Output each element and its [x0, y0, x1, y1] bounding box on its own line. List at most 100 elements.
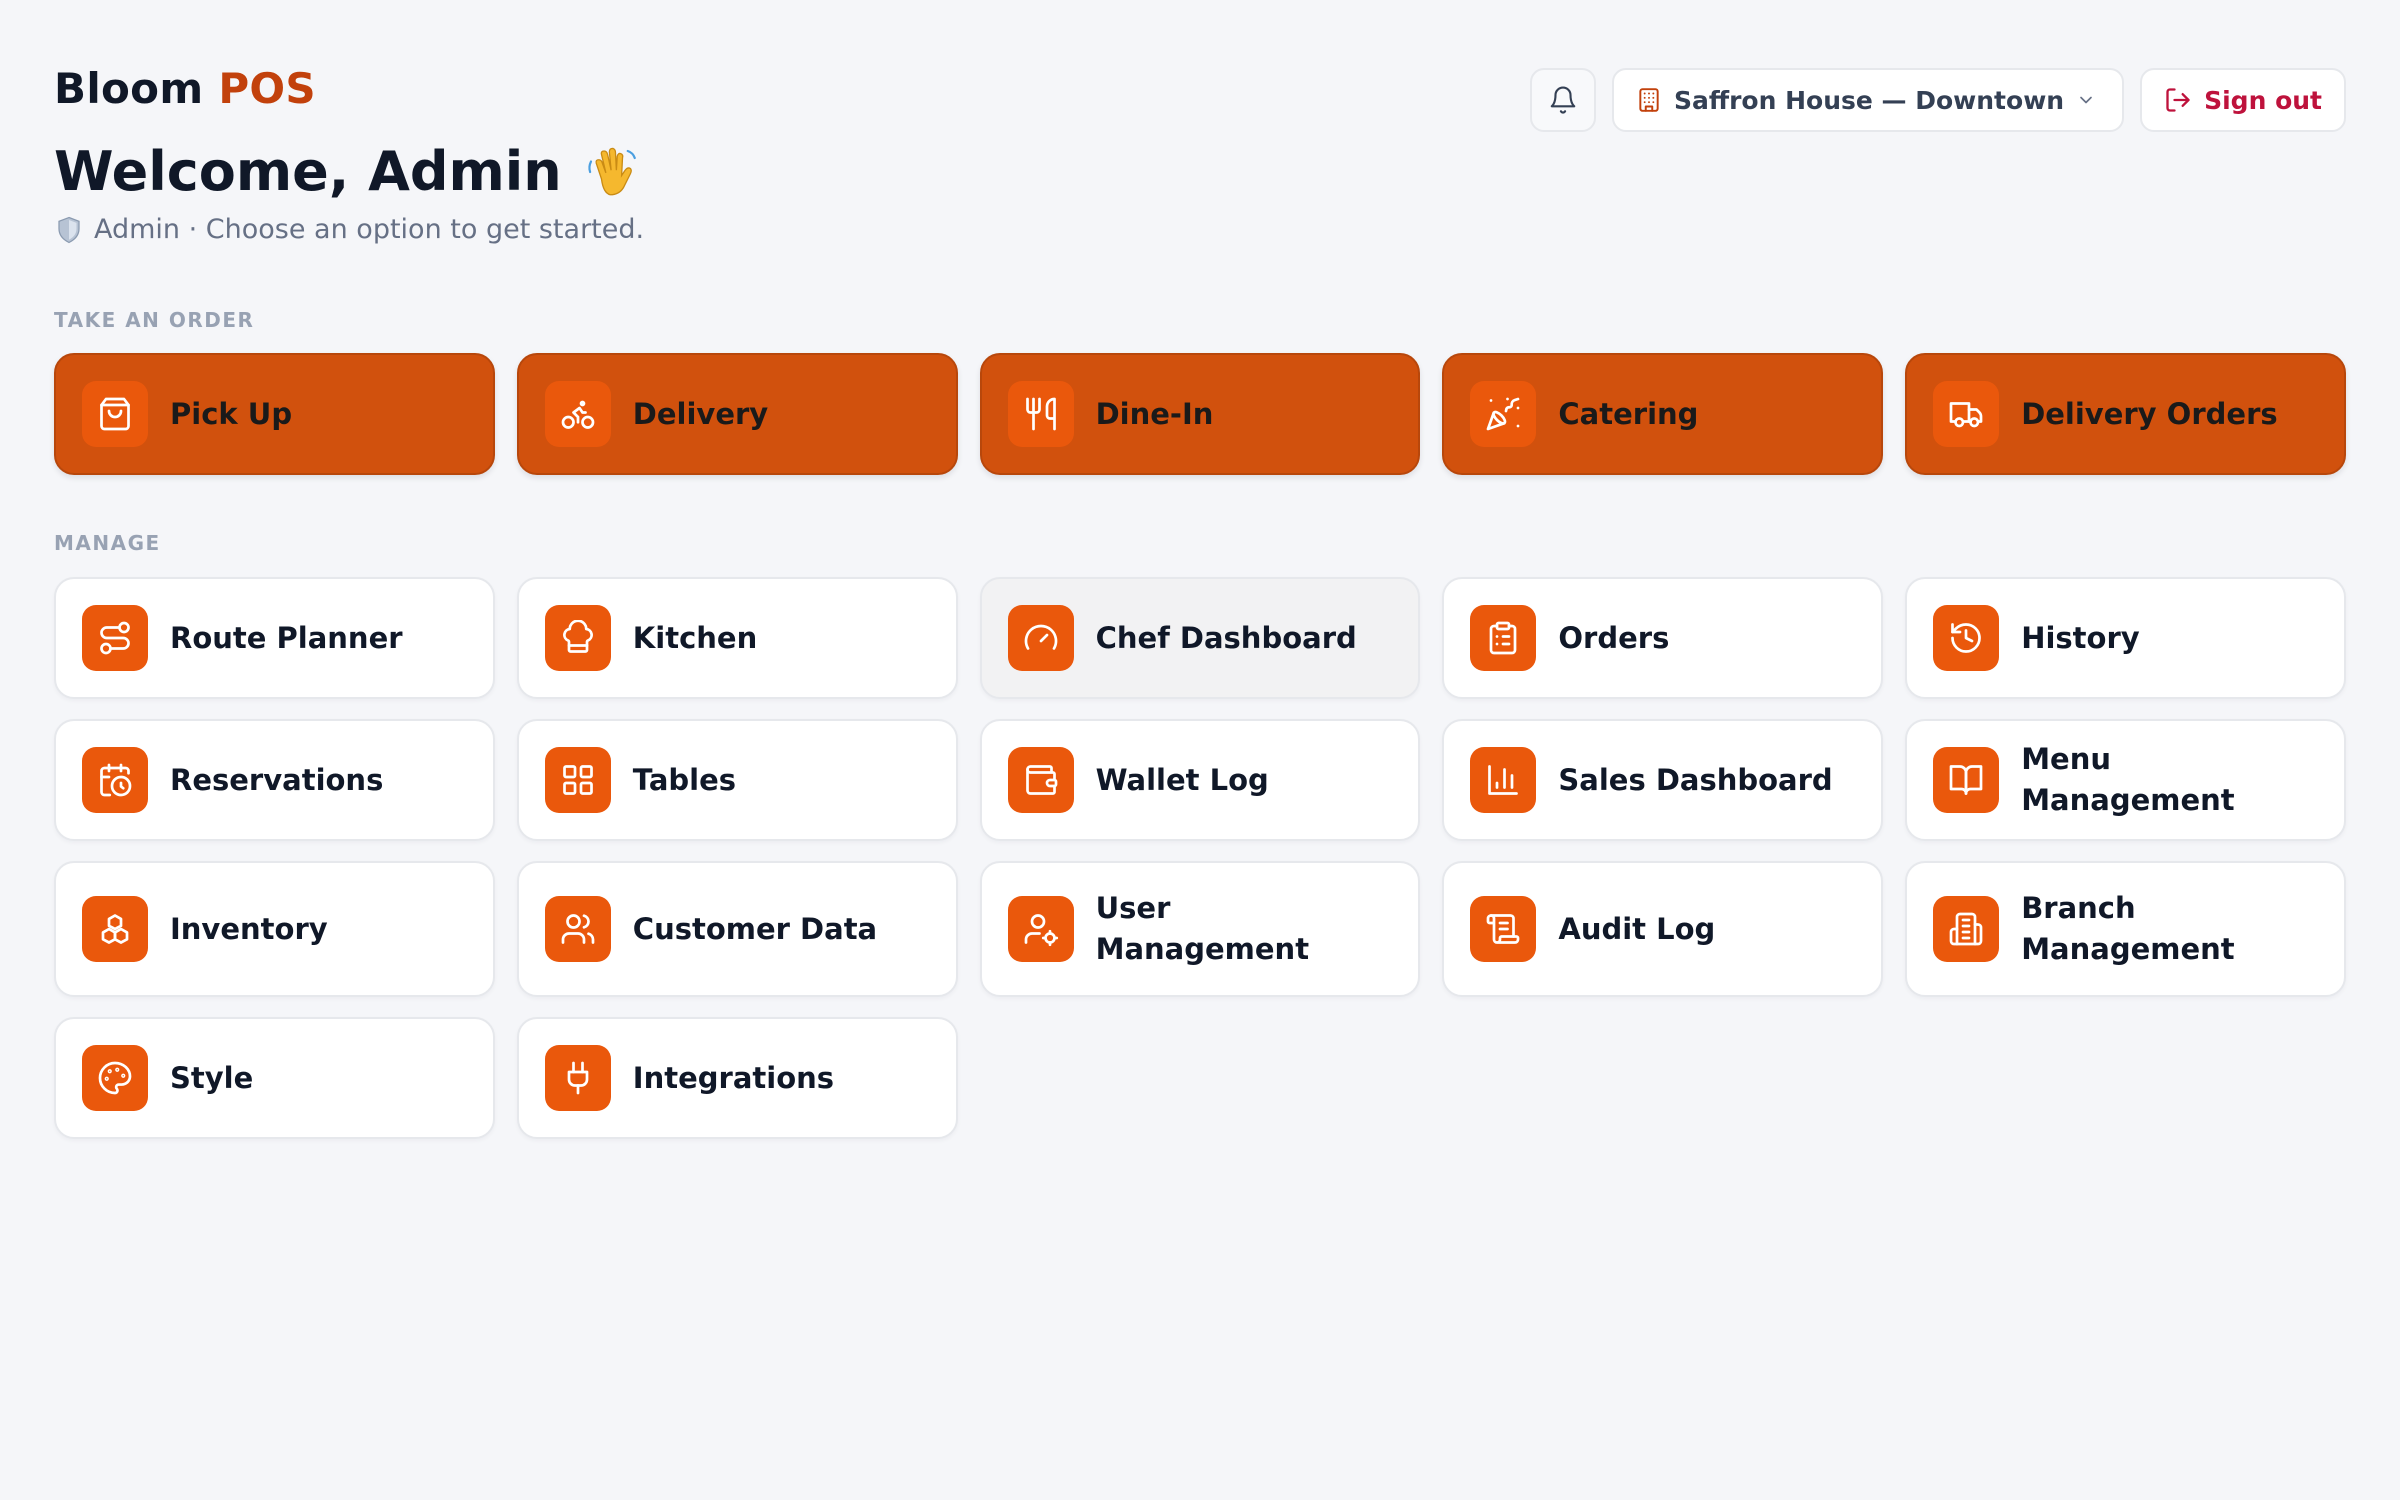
- signout-button[interactable]: Sign out: [2140, 68, 2346, 132]
- manage-card-reservations[interactable]: Reservations: [54, 719, 495, 841]
- order-card-pick-up[interactable]: Pick Up: [54, 353, 495, 475]
- icon-box: [1007, 896, 1074, 962]
- card-label: Orders: [1558, 620, 1670, 655]
- bike-icon: [561, 400, 595, 429]
- app-brand: Bloom POS: [54, 64, 316, 113]
- welcome-text: Welcome, Admin: [54, 140, 562, 203]
- branch-selector[interactable]: Saffron House — Downtown: [1611, 68, 2125, 132]
- manage-card-menu-management[interactable]: Menu Management: [1905, 719, 2346, 841]
- utensils-icon: [1025, 397, 1056, 431]
- icon-box: [82, 381, 148, 447]
- card-label: Branch Management: [2021, 891, 2235, 966]
- manage-card-chef-dashboard[interactable]: Chef Dashboard: [979, 577, 1421, 699]
- manage-card-integrations[interactable]: Integrations: [516, 1017, 958, 1139]
- icon-box: [1933, 896, 2000, 962]
- truck-icon: [1949, 402, 1983, 428]
- section-take-order-title: TAKE AN ORDER: [54, 308, 255, 332]
- manage-card-sales-dashboard[interactable]: Sales Dashboard: [1442, 719, 1884, 841]
- card-label: Customer Data: [632, 911, 878, 946]
- card-label: Wallet Log: [1095, 762, 1269, 797]
- branch-name: Saffron House — Downtown: [1673, 85, 2065, 115]
- card-label: Pick Up: [170, 396, 293, 431]
- history-icon: [1951, 623, 1982, 653]
- icon-box: [1007, 747, 1074, 813]
- icon-box: [82, 1045, 148, 1111]
- card-label: Kitchen: [632, 620, 758, 655]
- bell-icon: [1550, 86, 1576, 114]
- top-toolbar: Saffron House — Downtown Sign out: [1529, 68, 2346, 132]
- manage-card-inventory[interactable]: Inventory: [54, 861, 495, 997]
- card-label: Integrations: [632, 1060, 835, 1095]
- page-title: Welcome, Admin: [54, 140, 640, 203]
- manage-card-user-management[interactable]: User Management: [979, 861, 1421, 997]
- icon-box: [1933, 747, 2000, 813]
- card-label: Inventory: [170, 911, 328, 946]
- page-subtitle: Admin · Choose an option to get started.: [54, 214, 644, 245]
- card-label: Chef Dashboard: [1095, 620, 1357, 655]
- card-label: Menu Management: [2021, 742, 2235, 817]
- manage-card-history[interactable]: History: [1905, 577, 2346, 699]
- manage-grid: Route Planner Kitchen Chef Dashboard Ord…: [54, 577, 2346, 1139]
- wallet-icon: [1025, 765, 1057, 795]
- section-manage-title: MANAGE: [54, 531, 161, 555]
- manage-card-kitchen[interactable]: Kitchen: [516, 577, 958, 699]
- icon-box: [1007, 381, 1074, 447]
- icon-box: [544, 896, 611, 962]
- clipboard-icon: [1490, 621, 1517, 655]
- icon-box: [1933, 605, 2000, 671]
- route-icon: [100, 621, 130, 655]
- pos-home-page: Bloom POS Welcome, Admin Admin · Choose …: [0, 0, 2400, 1500]
- manage-card-customer-data[interactable]: Customer Data: [516, 861, 958, 997]
- icon-box: [544, 605, 611, 671]
- subtitle-text: Admin · Choose an option to get started.: [94, 214, 645, 245]
- brand-main: Bloom: [54, 64, 204, 113]
- card-label: Delivery Orders: [2021, 396, 2278, 431]
- gauge-icon: [1024, 624, 1057, 650]
- card-label: Sales Dashboard: [1558, 762, 1833, 797]
- book-open-icon: [1949, 765, 1983, 795]
- users-icon: [561, 914, 595, 944]
- icon-box: [544, 381, 611, 447]
- card-label: History: [2021, 620, 2140, 655]
- grid-icon: [562, 765, 593, 795]
- user-cog-icon: [1024, 914, 1058, 947]
- icon-box: [1470, 896, 1537, 962]
- calendar-clock-icon: [100, 763, 132, 797]
- boxes-icon: [101, 914, 129, 944]
- bar-chart-icon: [1488, 765, 1519, 795]
- order-card-dine-in[interactable]: Dine-In: [979, 353, 1421, 475]
- manage-card-audit-log[interactable]: Audit Log: [1442, 861, 1884, 997]
- order-card-delivery-orders[interactable]: Delivery Orders: [1905, 353, 2346, 475]
- icon-box: [1470, 605, 1537, 671]
- order-card-delivery[interactable]: Delivery: [516, 353, 958, 475]
- icon-box: [1470, 381, 1537, 447]
- icon-box: [82, 896, 148, 962]
- chef-hat-icon: [562, 620, 593, 653]
- palette-icon: [98, 1061, 132, 1095]
- card-label: Route Planner: [170, 620, 403, 655]
- manage-card-tables[interactable]: Tables: [516, 719, 958, 841]
- card-label: Tables: [632, 762, 737, 797]
- order-card-catering[interactable]: Catering: [1442, 353, 1884, 475]
- card-label: Catering: [1558, 396, 1699, 431]
- icon-box: [544, 1045, 611, 1111]
- card-label: Reservations: [170, 762, 384, 797]
- manage-card-orders[interactable]: Orders: [1442, 577, 1884, 699]
- icon-box: [82, 747, 148, 813]
- card-label: Delivery: [632, 396, 769, 431]
- icon-box: [1933, 381, 2000, 447]
- building-icon: [1639, 88, 1659, 112]
- building-icon: [1949, 912, 1983, 946]
- manage-card-wallet-log[interactable]: Wallet Log: [979, 719, 1421, 841]
- manage-card-route-planner[interactable]: Route Planner: [54, 577, 495, 699]
- icon-box: [1007, 605, 1074, 671]
- plug-icon: [567, 1061, 589, 1095]
- icon-box: [1470, 747, 1537, 813]
- notifications-button[interactable]: [1529, 68, 1596, 132]
- waving-hand-icon: [588, 147, 636, 195]
- chevron-down-icon: [2080, 96, 2092, 104]
- signout-label: Sign out: [2204, 85, 2322, 115]
- order-grid: Pick Up Delivery Dine-In Catering Delive…: [54, 353, 2346, 475]
- manage-card-branch-management[interactable]: Branch Management: [1905, 861, 2346, 997]
- manage-card-style[interactable]: Style: [54, 1017, 495, 1139]
